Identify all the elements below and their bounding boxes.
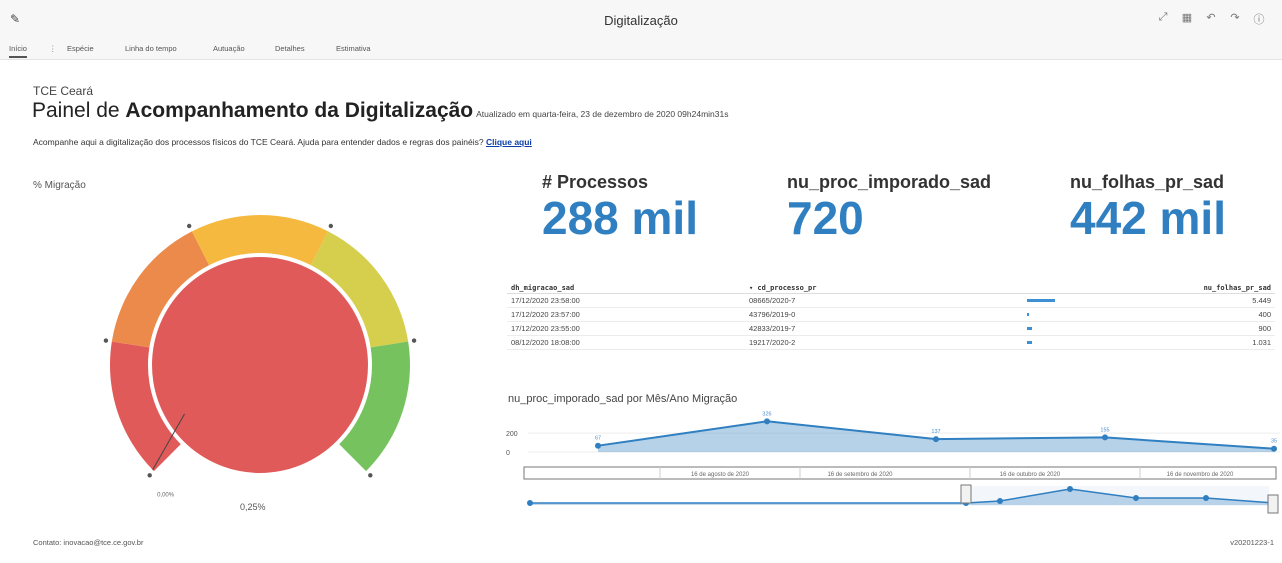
data-point (595, 442, 601, 449)
tab-detalhes[interactable]: Detalhes (275, 44, 305, 53)
migration-area-chart[interactable]: 200 0 67 326 137 155 35 16 de agosto de 2020 16 … (500, 410, 1282, 520)
tab-more-icon[interactable]: ⋮ (49, 44, 57, 53)
intro-text: Acompanhe aqui a digitalização dos proce… (33, 137, 532, 147)
data-point (1271, 445, 1277, 452)
col-header-process[interactable]: ▾ cd_processo_pr (749, 284, 816, 292)
cell-process: 08665/2020-7 (749, 296, 796, 305)
navigator-selection (971, 486, 1269, 506)
updated-timestamp: Atualizado em quarta-feira, 23 de dezemb… (476, 109, 729, 119)
footer-contact: Contato: inovacao@tce.ce.gov.br (33, 538, 144, 547)
data-label: 155 (1100, 427, 1109, 433)
cell-bar (1027, 299, 1055, 302)
navigator-handle (1267, 494, 1279, 514)
navigator-label: 16 de outubro de 2020 (1000, 472, 1061, 478)
cell-date: 17/12/2020 23:57:00 (511, 310, 580, 319)
gauge-min-label: 0,00% (157, 493, 175, 499)
kpi-value: 720 (787, 192, 864, 244)
data-point (933, 436, 939, 443)
expand-icon[interactable]: ⤢ (1156, 11, 1170, 27)
title-bar: ✎ Digitalização ⤢ ▦ ↶ ↷ ⓘ (0, 0, 1282, 38)
data-label: 326 (762, 411, 771, 417)
intro-sentence: Acompanhe aqui a digitalização dos proce… (33, 137, 486, 147)
tab-bar: Início ⋮ Espécie Linha do tempo Autuação… (0, 38, 1282, 60)
info-icon[interactable]: ⓘ (1252, 11, 1266, 27)
table-icon[interactable]: ▦ (1180, 11, 1194, 27)
undo-icon[interactable]: ↶ (1204, 11, 1218, 27)
cell-bar (1027, 341, 1033, 344)
y-tick-label: 200 (506, 431, 518, 438)
redo-icon[interactable]: ↷ (1228, 11, 1242, 27)
cell-date: 17/12/2020 23:55:00 (511, 324, 580, 333)
cell-folhas: 5.449 (1252, 296, 1271, 305)
table-row[interactable]: 17/12/2020 23:55:00 42833/2019-7 900 (507, 322, 1275, 336)
data-label: 67 (595, 436, 601, 442)
data-point (764, 418, 770, 425)
navigator-label: 16 de setembro de 2020 (827, 472, 893, 478)
navigator-label: 16 de novembro de 2020 (1167, 472, 1234, 478)
gauge-tick-dot (368, 473, 373, 478)
gauge-tick-dot (186, 223, 192, 229)
migration-table: dh_migracao_sad ▾ cd_processo_pr nu_folh… (507, 282, 1275, 372)
cell-folhas: 400 (1258, 310, 1271, 319)
tab-inicio[interactable]: Início (9, 44, 27, 58)
cell-date: 08/12/2020 18:08:00 (511, 338, 580, 347)
tab-especie[interactable]: Espécie (67, 44, 94, 53)
gauge-title: % Migração (33, 180, 86, 191)
col-header-folhas[interactable]: nu_folhas_pr_sad (1204, 284, 1271, 292)
cell-process: 43796/2019-0 (749, 310, 796, 319)
navigator-label: 16 de agosto de 2020 (691, 472, 750, 478)
footer-version: v20201223-1 (1230, 538, 1274, 547)
kpi-label: nu_proc_imporado_sad (787, 172, 992, 192)
data-label: 137 (931, 429, 940, 435)
gauge-center (152, 257, 368, 473)
kpi-folhas: nu_folhas_pr_sad 442 mil (1070, 172, 1226, 241)
tab-estimativa[interactable]: Estimativa (336, 44, 371, 53)
table-header: dh_migracao_sad ▾ cd_processo_pr nu_folh… (507, 282, 1275, 294)
table-row[interactable]: 17/12/2020 23:58:00 08665/2020-7 5.449 (507, 294, 1275, 308)
navigator-axis-box (523, 466, 1277, 480)
kpi-value: 288 mil (542, 192, 698, 244)
kpi-processos: # Processos 288 mil (542, 172, 698, 241)
kpi-label: # Processos (542, 172, 649, 192)
data-point (1102, 434, 1108, 441)
cell-bar (1027, 313, 1030, 316)
data-label: 35 (1271, 439, 1277, 445)
kpi-value: 442 mil (1070, 192, 1226, 244)
help-link[interactable]: Clique aqui (486, 137, 532, 147)
navigator-point (527, 500, 533, 506)
gauge-tick-dot (103, 338, 109, 343)
kpi-proc-importado: nu_proc_imporado_sad 720 (787, 172, 991, 241)
kpi-label: nu_folhas_pr_sad (1070, 172, 1225, 192)
cell-date: 17/12/2020 23:58:00 (511, 296, 580, 305)
table-row[interactable]: 08/12/2020 18:08:00 19217/2020-2 1.031 (507, 336, 1275, 350)
migration-gauge: 0,00% (103, 215, 417, 499)
page-title-prefix: Painel de (32, 99, 126, 122)
org-name: TCE Ceará (33, 84, 94, 98)
gauge-tick-dot (328, 223, 334, 229)
app-title: Digitalização (604, 13, 678, 28)
cell-process: 19217/2020-2 (749, 338, 796, 347)
tab-linha-do-tempo[interactable]: Linha do tempo (125, 44, 177, 53)
gauge-tick-dot (147, 473, 152, 478)
navigator-handle (960, 484, 972, 504)
y-tick-label: 0 (506, 450, 510, 457)
tab-autuacao[interactable]: Autuação (213, 44, 245, 53)
cell-process: 42833/2019-7 (749, 324, 796, 333)
page-title: Painel de Acompanhamento da Digitalizaçã… (32, 99, 728, 123)
chart-title: nu_proc_imporado_sad por Mês/Ano Migraçã… (508, 393, 738, 405)
cell-bar (1027, 327, 1032, 330)
gauge-tick-dot (411, 338, 417, 343)
cell-folhas: 1.031 (1252, 338, 1271, 347)
gauge-value: 0,25% (240, 502, 266, 512)
cell-folhas: 900 (1258, 324, 1271, 333)
page-title-bold: Acompanhamento da Digitalização (125, 99, 474, 122)
toolbar-icons: ⤢ ▦ ↶ ↷ ⓘ (1156, 11, 1266, 27)
table-row[interactable]: 17/12/2020 23:57:00 43796/2019-0 400 (507, 308, 1275, 322)
col-header-date[interactable]: dh_migracao_sad (511, 284, 574, 292)
